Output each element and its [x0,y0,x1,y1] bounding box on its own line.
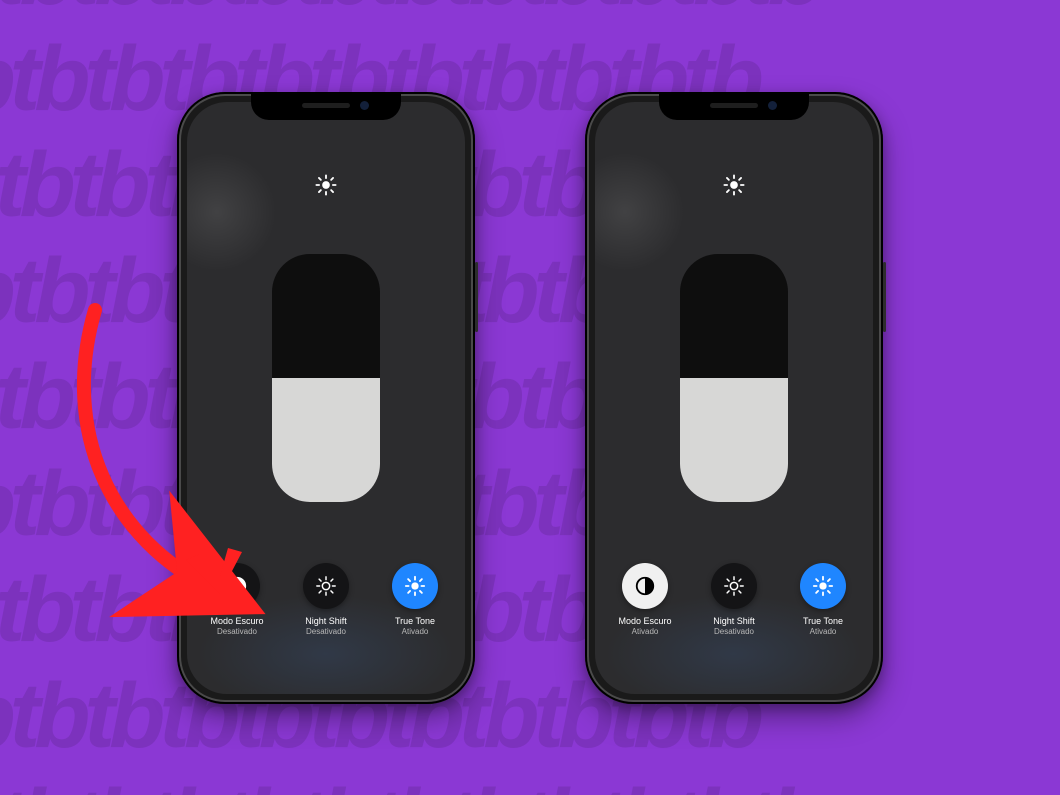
dark-mode-status-label: Desativado [217,627,257,636]
true-tone-status-label: Ativado [810,627,837,636]
brightness-slider[interactable] [680,254,788,502]
brightness-slider-fill [272,378,380,502]
dark-mode-control: Modo Escuro Ativado [606,563,684,636]
phone-mockup-1: Modo Escuro Desativado [177,92,475,704]
canvas: tbtbtbtbtbtbtbtbtbtbtbtb tbtbtbtbtbtbtbt… [0,0,1060,795]
night-shift-label: Night Shift [713,616,755,626]
control-center-brightness-panel: Modo Escuro Desativado [187,102,465,694]
brightness-slider[interactable] [272,254,380,502]
speaker-grill [710,103,758,108]
night-shift-label: Night Shift [305,616,347,626]
dark-mode-button[interactable] [622,563,668,609]
dark-mode-button[interactable] [214,563,260,609]
true-tone-control: True Tone Ativado [784,563,862,636]
true-tone-button[interactable] [392,563,438,609]
dark-mode-label: Modo Escuro [210,616,263,626]
control-center-brightness-panel: Modo Escuro Ativado [595,102,873,694]
true-tone-status-label: Ativado [402,627,429,636]
night-shift-control: Night Shift Desativado [287,563,365,636]
front-camera [768,101,777,110]
brightness-icon [315,174,337,196]
phone-notch [251,92,401,120]
brightness-slider-fill [680,378,788,502]
night-shift-button[interactable] [303,563,349,609]
true-tone-label: True Tone [803,616,843,626]
phones-container: Modo Escuro Desativado [0,0,1060,795]
night-shift-control: Night Shift Desativado [695,563,773,636]
night-shift-status-label: Desativado [714,627,754,636]
night-shift-button[interactable] [711,563,757,609]
display-controls-row: Modo Escuro Desativado [187,563,465,636]
dark-mode-label: Modo Escuro [618,616,671,626]
dark-mode-control: Modo Escuro Desativado [198,563,276,636]
night-shift-status-label: Desativado [306,627,346,636]
phone-mockup-2: Modo Escuro Ativado [585,92,883,704]
true-tone-label: True Tone [395,616,435,626]
display-controls-row: Modo Escuro Ativado [595,563,873,636]
speaker-grill [302,103,350,108]
true-tone-control: True Tone Ativado [376,563,454,636]
dark-mode-status-label: Ativado [632,627,659,636]
phone-notch [659,92,809,120]
true-tone-button[interactable] [800,563,846,609]
front-camera [360,101,369,110]
brightness-icon [723,174,745,196]
